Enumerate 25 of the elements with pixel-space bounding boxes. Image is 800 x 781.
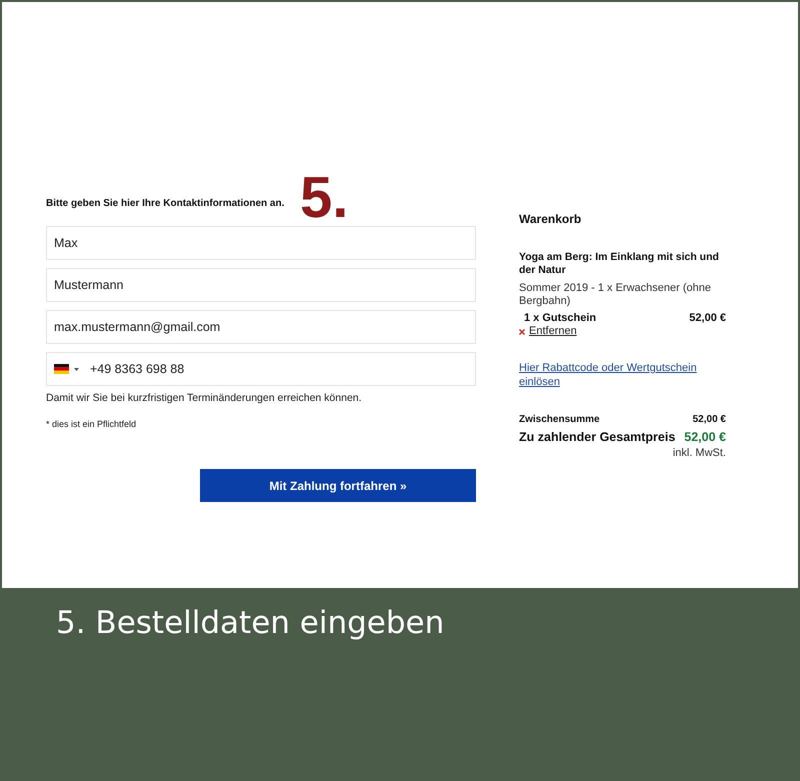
total-label: Zu zahlender Gesamtpreis — [519, 429, 676, 445]
required-note: * dies ist ein Pflichtfeld — [46, 418, 138, 430]
step-number: 5. — [300, 173, 348, 223]
cart-title: Warenkorb — [519, 211, 582, 227]
flag-icon — [54, 364, 69, 374]
subtotal-label: Zwischensumme — [519, 413, 600, 426]
tax-note: inkl. MwSt. — [672, 447, 726, 460]
cross-icon — [519, 328, 525, 334]
input-field[interactable]: max.mustermann@gmail.com — [46, 310, 476, 344]
total-value: 52,00 € — [684, 429, 726, 445]
product-details: Sommer 2019 - 1 x Erwachsener (ohne Bergbahn) — [519, 282, 712, 308]
hint-text: Damit wir Sie bei kurzfristigen Terminänderungen erreichen können. — [46, 391, 363, 405]
form-heading: Bitte geben Sie hier Ihre Kontaktinformationen an. — [46, 197, 284, 211]
voucher-link[interactable]: Hier Rabattcode oder Wertgutschein einlösen — [519, 361, 726, 389]
phone-field[interactable]: +49 8363 698 88 — [46, 352, 476, 386]
caret-icon — [74, 368, 79, 370]
input-field[interactable]: Max — [46, 226, 476, 260]
line-item: 1 x Gutschein — [523, 312, 596, 325]
remove-link[interactable]: Entfernen — [519, 325, 577, 338]
caption-text: 5. Bestelldaten eingeben — [56, 604, 444, 642]
input-field[interactable]: Mustermann — [46, 268, 476, 302]
product-title: Yoga am Berg: Im Einklang mit sich und der Natur — [519, 251, 720, 277]
submit-button[interactable]: Mit Zahlung fortfahren » — [200, 469, 476, 502]
line-price: 52,00 € — [689, 312, 726, 325]
subtotal-value: 52,00 € — [692, 413, 726, 426]
